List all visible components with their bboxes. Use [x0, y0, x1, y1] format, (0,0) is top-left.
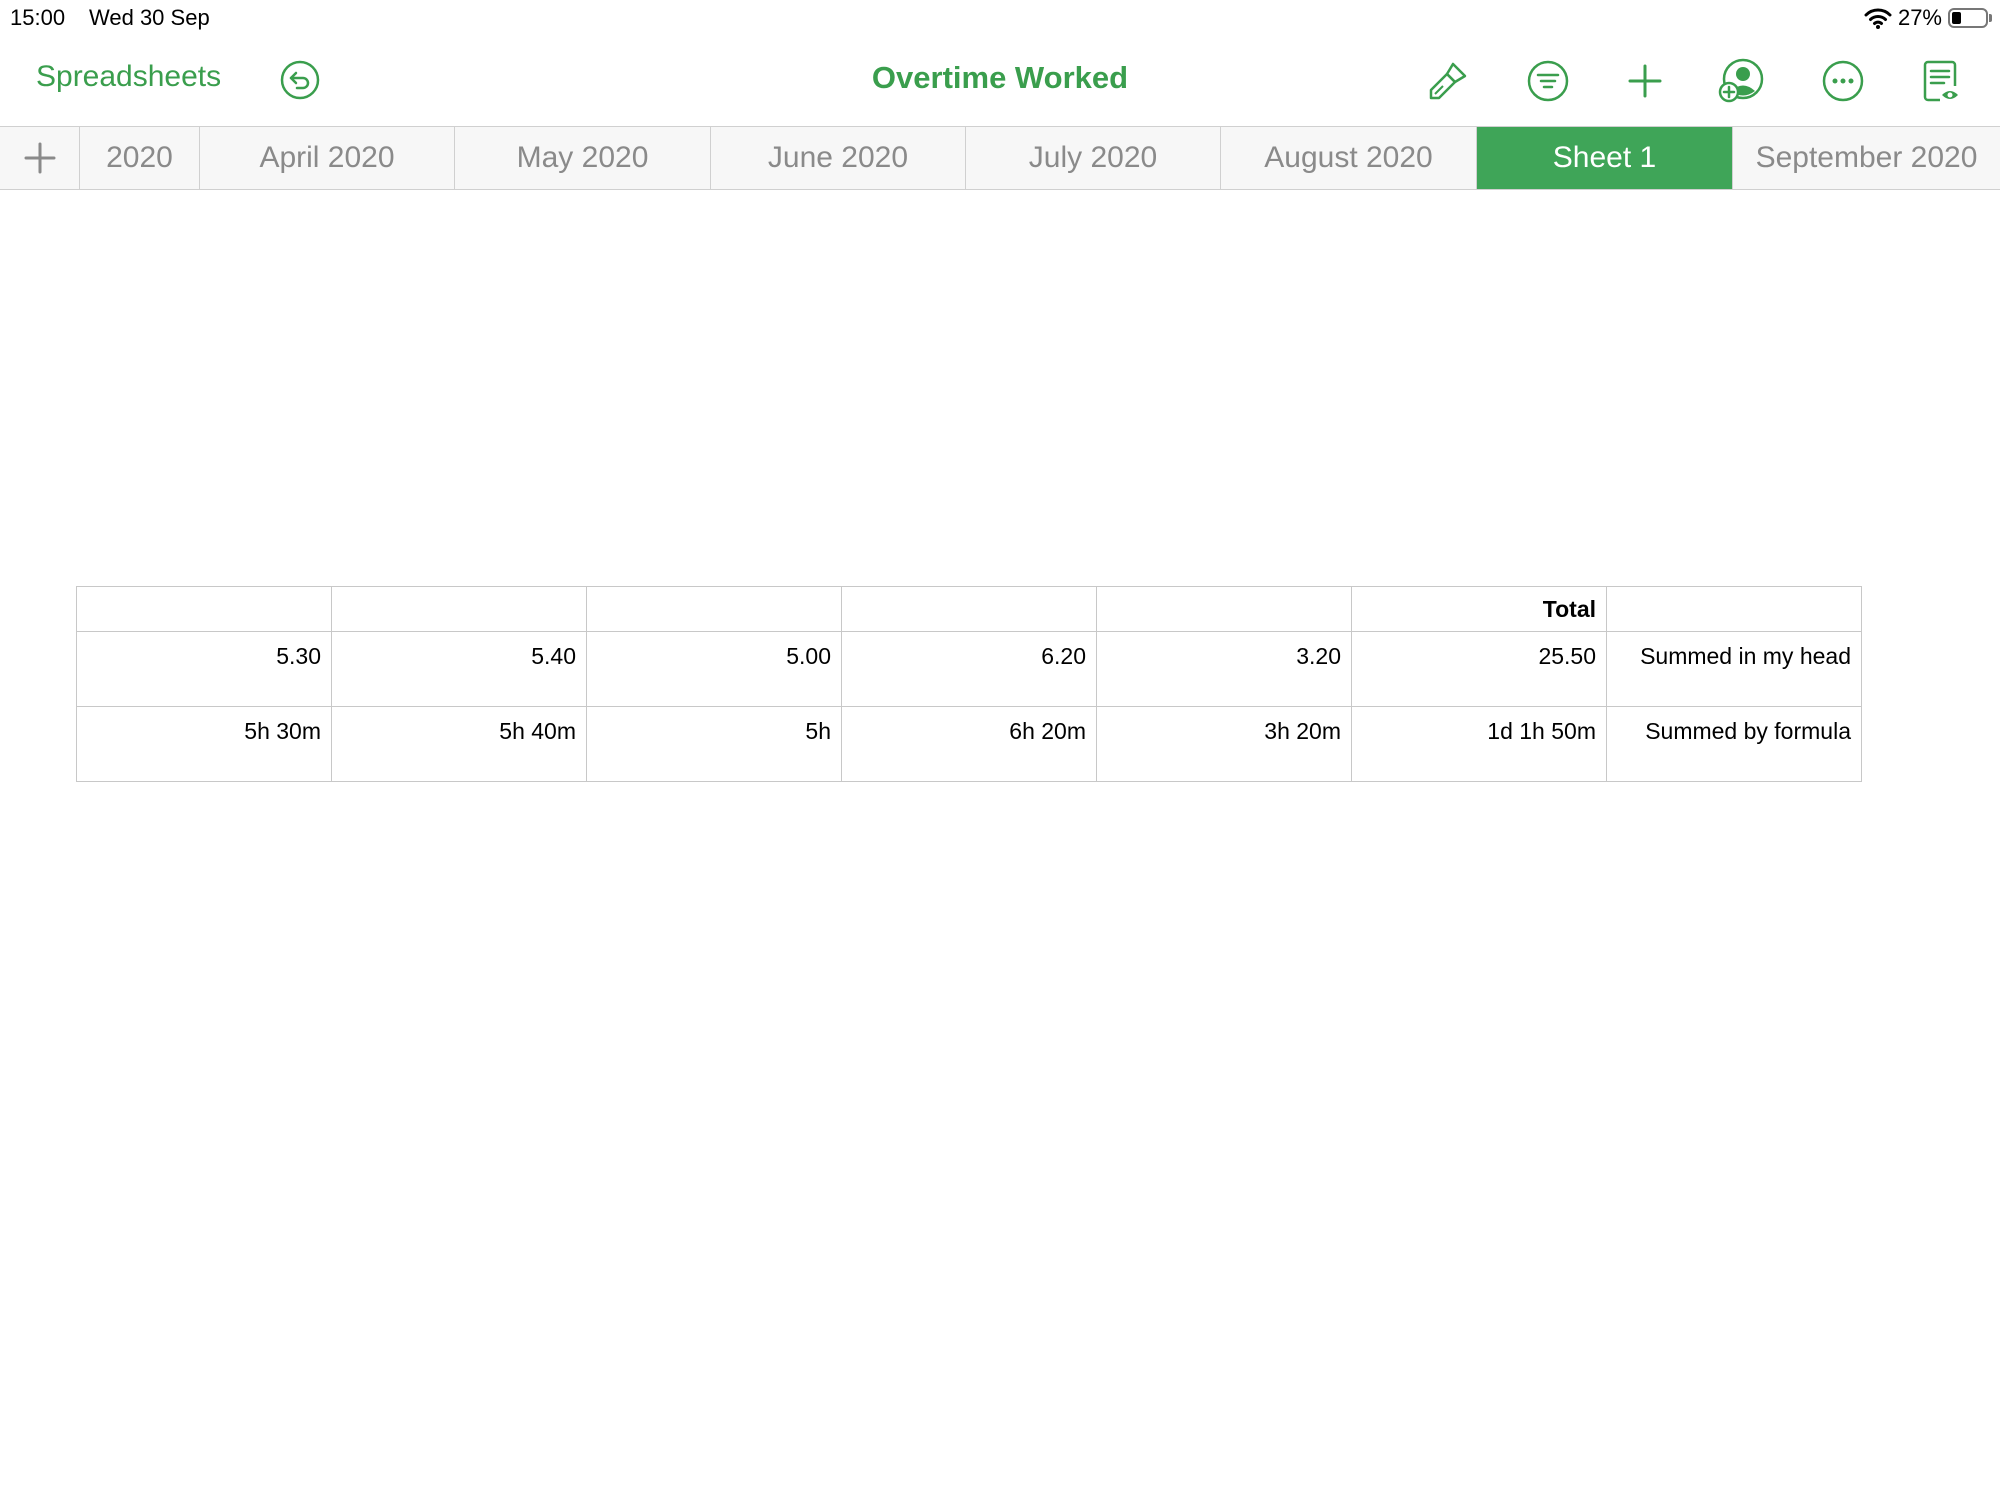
- table-cell[interactable]: 5h 30m: [76, 706, 332, 782]
- table-cell[interactable]: 5.00: [586, 631, 842, 707]
- table-cell[interactable]: 6.20: [841, 631, 1097, 707]
- tab-label: Sheet 1: [1552, 141, 1657, 174]
- table-cell[interactable]: 3.20: [1096, 631, 1352, 707]
- more-button[interactable]: [1820, 58, 1866, 104]
- table-row: 5.30 5.40 5.00 6.20 3.20 25.50 Summed in…: [76, 631, 1862, 707]
- format-button[interactable]: [1425, 58, 1471, 104]
- tab-2020[interactable]: 2020: [80, 127, 200, 189]
- header-cell[interactable]: [586, 586, 842, 632]
- add-sheet-button[interactable]: [0, 127, 80, 189]
- reading-view-button[interactable]: [1918, 58, 1964, 104]
- collaborate-button[interactable]: [1718, 58, 1764, 104]
- battery-percent: 27%: [1897, 5, 1942, 30]
- paintbrush-icon: [1429, 62, 1467, 100]
- collaborate-icon: [1718, 58, 1764, 103]
- header-cell[interactable]: [1096, 586, 1352, 632]
- header-cell[interactable]: [76, 586, 332, 632]
- insert-button[interactable]: [1622, 58, 1668, 104]
- table-cell[interactable]: 6h 20m: [841, 706, 1097, 782]
- tab-label: August 2020: [1264, 141, 1433, 174]
- table-cell-note[interactable]: Summed by formula: [1606, 706, 1862, 782]
- tab-april-2020[interactable]: April 2020: [200, 127, 455, 189]
- tab-label: June 2020: [767, 141, 909, 174]
- tab-label: September 2020: [1755, 141, 1978, 174]
- battery-fill: [1952, 12, 1961, 24]
- tab-june-2020[interactable]: June 2020: [711, 127, 966, 189]
- reading-view-icon: [1923, 60, 1958, 102]
- plus-icon: [1628, 64, 1662, 98]
- undo-button[interactable]: [279, 59, 321, 101]
- header-cell-total[interactable]: Total: [1351, 586, 1607, 632]
- battery-icon: [1948, 8, 1988, 28]
- toolbar: Spreadsheets Overtime Worked: [0, 36, 2000, 126]
- table-cell[interactable]: 5h 40m: [331, 706, 587, 782]
- status-time: 15:00: [10, 5, 66, 30]
- status-date: Wed 30 Sep: [89, 5, 210, 30]
- tab-sheet-1[interactable]: Sheet 1: [1477, 127, 1733, 189]
- tab-august-2020[interactable]: August 2020: [1221, 127, 1477, 189]
- header-cell[interactable]: [331, 586, 587, 632]
- header-cell[interactable]: [1606, 586, 1862, 632]
- status-bar: 15:00 Wed 30 Sep 27%: [0, 0, 2000, 36]
- table-cell-total[interactable]: 25.50: [1351, 631, 1607, 707]
- table-cell[interactable]: 5.30: [76, 631, 332, 707]
- filter-icon: [1527, 60, 1569, 102]
- overtime-table: Total 5.30 5.40 5.00 6.20 3.20 25.50 Sum…: [76, 586, 1862, 782]
- battery-nub: [1989, 14, 1992, 22]
- tab-july-2020[interactable]: July 2020: [966, 127, 1221, 189]
- header-row: Total: [76, 586, 1862, 632]
- status-indicators: 27%: [1864, 4, 1992, 32]
- undo-icon: [280, 60, 320, 100]
- spreadsheets-back-button[interactable]: Spreadsheets: [36, 60, 221, 94]
- table-cell[interactable]: 5h: [586, 706, 842, 782]
- plus-icon: [24, 142, 55, 174]
- wifi-icon: [1864, 8, 1892, 29]
- tab-may-2020[interactable]: May 2020: [455, 127, 711, 189]
- header-cell[interactable]: [841, 586, 1097, 632]
- tab-label: May 2020: [516, 141, 649, 174]
- tab-label: 2020: [106, 141, 173, 174]
- sort-filter-button[interactable]: [1525, 58, 1571, 104]
- table-cell[interactable]: 5.40: [331, 631, 587, 707]
- tab-label: April 2020: [259, 141, 395, 174]
- tab-september-2020[interactable]: September 2020: [1733, 127, 2000, 189]
- table-cell-note[interactable]: Summed in my head: [1606, 631, 1862, 707]
- table-cell[interactable]: 3h 20m: [1096, 706, 1352, 782]
- more-icon: [1822, 60, 1864, 102]
- sheet-tab-bar: 2020 April 2020 May 2020 June 2020 July …: [0, 126, 2000, 190]
- tab-label: July 2020: [1028, 141, 1158, 174]
- table-cell-total[interactable]: 1d 1h 50m: [1351, 706, 1607, 782]
- table-row: 5h 30m 5h 40m 5h 6h 20m 3h 20m 1d 1h 50m…: [76, 706, 1862, 782]
